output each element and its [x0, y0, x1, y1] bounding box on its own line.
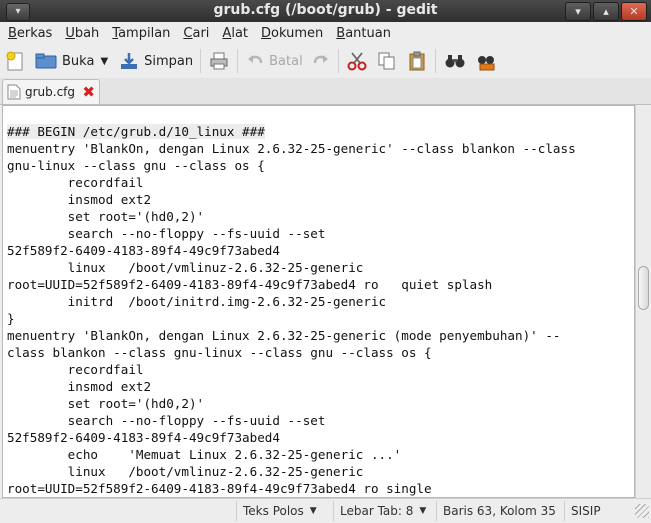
close-tab-icon[interactable]: ✖: [82, 85, 95, 100]
code-line: menuentry 'BlankOn, dengan Linux 2.6.32-…: [7, 141, 576, 156]
code-line: root=UUID=52f589f2-6409-4183-89f4-49c9f7…: [7, 481, 432, 496]
save-button-label: Simpan: [144, 53, 194, 69]
scrollbar-thumb[interactable]: [638, 266, 649, 310]
toolbar-separator: [237, 49, 239, 73]
scissors-icon: [347, 52, 367, 71]
tab-width-selector[interactable]: Lebar Tab: 8 ▼: [333, 501, 436, 521]
resize-grip[interactable]: [635, 504, 649, 518]
code-line: linux /boot/vmlinuz-2.6.32-25-generic: [7, 260, 364, 275]
text-file-icon: [7, 84, 21, 100]
menu-ubah[interactable]: Ubah: [60, 26, 104, 41]
redo-button[interactable]: [307, 46, 335, 76]
code-line: linux /boot/vmlinuz-2.6.32-25-generic: [7, 464, 364, 479]
find-replace-icon: [477, 56, 495, 71]
insert-mode: SISIP: [564, 501, 624, 521]
undo-button[interactable]: Batal: [241, 46, 307, 76]
text-editor[interactable]: ### BEGIN /etc/grub.d/10_linux ### menue…: [2, 105, 635, 498]
new-document-icon: [6, 51, 23, 71]
window-title: grub.cfg (/boot/grub) - gedit: [213, 2, 438, 18]
paste-icon: [409, 51, 425, 71]
menu-dokumen[interactable]: Dokumen: [256, 26, 328, 41]
maximize-button[interactable]: ▴: [593, 2, 619, 21]
copy-button[interactable]: [372, 46, 402, 76]
close-window-button[interactable]: ✕: [621, 2, 647, 21]
toolbar-separator: [200, 49, 202, 73]
cut-button[interactable]: [342, 46, 372, 76]
menu-berkas[interactable]: Berkas: [3, 26, 57, 41]
highlighted-line: ### BEGIN /etc/grub.d/10_linux ###: [7, 124, 265, 139]
save-icon: [121, 53, 138, 69]
code-line: echo 'Memuat Linux 2.6.32-25-generic ...…: [7, 447, 402, 462]
open-recent-dropdown[interactable]: ▼: [98, 46, 114, 76]
copy-icon: [378, 52, 395, 70]
code-line: initrd /boot/initrd.img-2.6.32-25-generi…: [7, 294, 387, 309]
open-button[interactable]: Buka: [30, 46, 98, 76]
document-tab-bar: grub.cfg ✖: [0, 78, 651, 105]
insert-mode-label: SISIP: [571, 504, 601, 518]
open-button-label: Buka: [62, 53, 95, 69]
vertical-scrollbar[interactable]: [635, 105, 651, 498]
code-content[interactable]: ### BEGIN /etc/grub.d/10_linux ### menue…: [3, 106, 634, 497]
menu-cari[interactable]: Cari: [178, 26, 214, 41]
code-line: set root='(hd0,2)': [7, 396, 205, 411]
redo-icon: [313, 55, 328, 64]
code-line: }: [7, 311, 15, 326]
toolbar-separator: [434, 49, 436, 73]
menu-alat[interactable]: Alat: [217, 26, 253, 41]
folder-open-icon: [35, 53, 57, 69]
undo-button-label: Batal: [269, 53, 303, 69]
printer-icon: [210, 52, 228, 70]
code-line: search --no-floppy --fs-uuid --set: [7, 413, 326, 428]
code-line: root=UUID=52f589f2-6409-4183-89f4-49c9f7…: [7, 277, 493, 292]
menu-tampilan[interactable]: Tampilan: [107, 26, 175, 41]
new-document-button[interactable]: [0, 46, 30, 76]
cursor-position: Baris 63, Kolom 35: [436, 501, 564, 521]
code-line: class blankon --class gnu-linux --class …: [7, 345, 432, 360]
status-bar: Teks Polos ▼ Lebar Tab: 8 ▼ Baris 63, Ko…: [0, 498, 651, 523]
code-line: 52f589f2-6409-4183-89f4-49c9f73abed4: [7, 243, 280, 258]
code-line: set root='(hd0,2)': [7, 209, 205, 224]
title-bar: ▾ grub.cfg (/boot/grub) - gedit ▾ ▴ ✕: [0, 0, 651, 22]
code-line: menuentry 'BlankOn, dengan Linux 2.6.32-…: [7, 328, 561, 343]
chevron-down-icon: ▼: [309, 506, 317, 516]
tab-label: grub.cfg: [25, 85, 76, 99]
paste-button[interactable]: [402, 46, 432, 76]
code-line: insmod ext2: [7, 192, 152, 207]
code-line: recordfail: [7, 175, 144, 190]
find-replace-button[interactable]: [471, 46, 503, 76]
language-label: Teks Polos: [243, 504, 304, 518]
cursor-position-label: Baris 63, Kolom 35: [443, 504, 556, 518]
tab-grub-cfg[interactable]: grub.cfg ✖: [2, 79, 100, 104]
code-line: 52f589f2-6409-4183-89f4-49c9f73abed4: [7, 430, 280, 445]
chevron-down-icon: ▼: [419, 506, 427, 516]
code-line: recordfail: [7, 362, 144, 377]
print-button[interactable]: [204, 46, 234, 76]
code-line: insmod ext2: [7, 379, 152, 394]
menu-bantuan[interactable]: Bantuan: [331, 26, 396, 41]
binoculars-icon: [445, 55, 465, 68]
toolbar: Buka ▼ Simpan Batal: [0, 44, 651, 79]
toolbar-separator: [337, 49, 339, 73]
undo-icon: [248, 55, 263, 64]
language-selector[interactable]: Teks Polos ▼: [236, 501, 333, 521]
code-line: search --no-floppy --fs-uuid --set: [7, 226, 326, 241]
chevron-down-icon: ▼: [100, 55, 109, 67]
find-button[interactable]: [439, 46, 471, 76]
menu-bar: Berkas Ubah Tampilan Cari Alat Dokumen B…: [0, 22, 651, 44]
tab-width-label: Lebar Tab: 8: [340, 504, 414, 518]
minimize-button[interactable]: ▾: [565, 2, 591, 21]
save-button[interactable]: Simpan: [114, 46, 197, 76]
code-line: gnu-linux --class gnu --class os {: [7, 158, 265, 173]
